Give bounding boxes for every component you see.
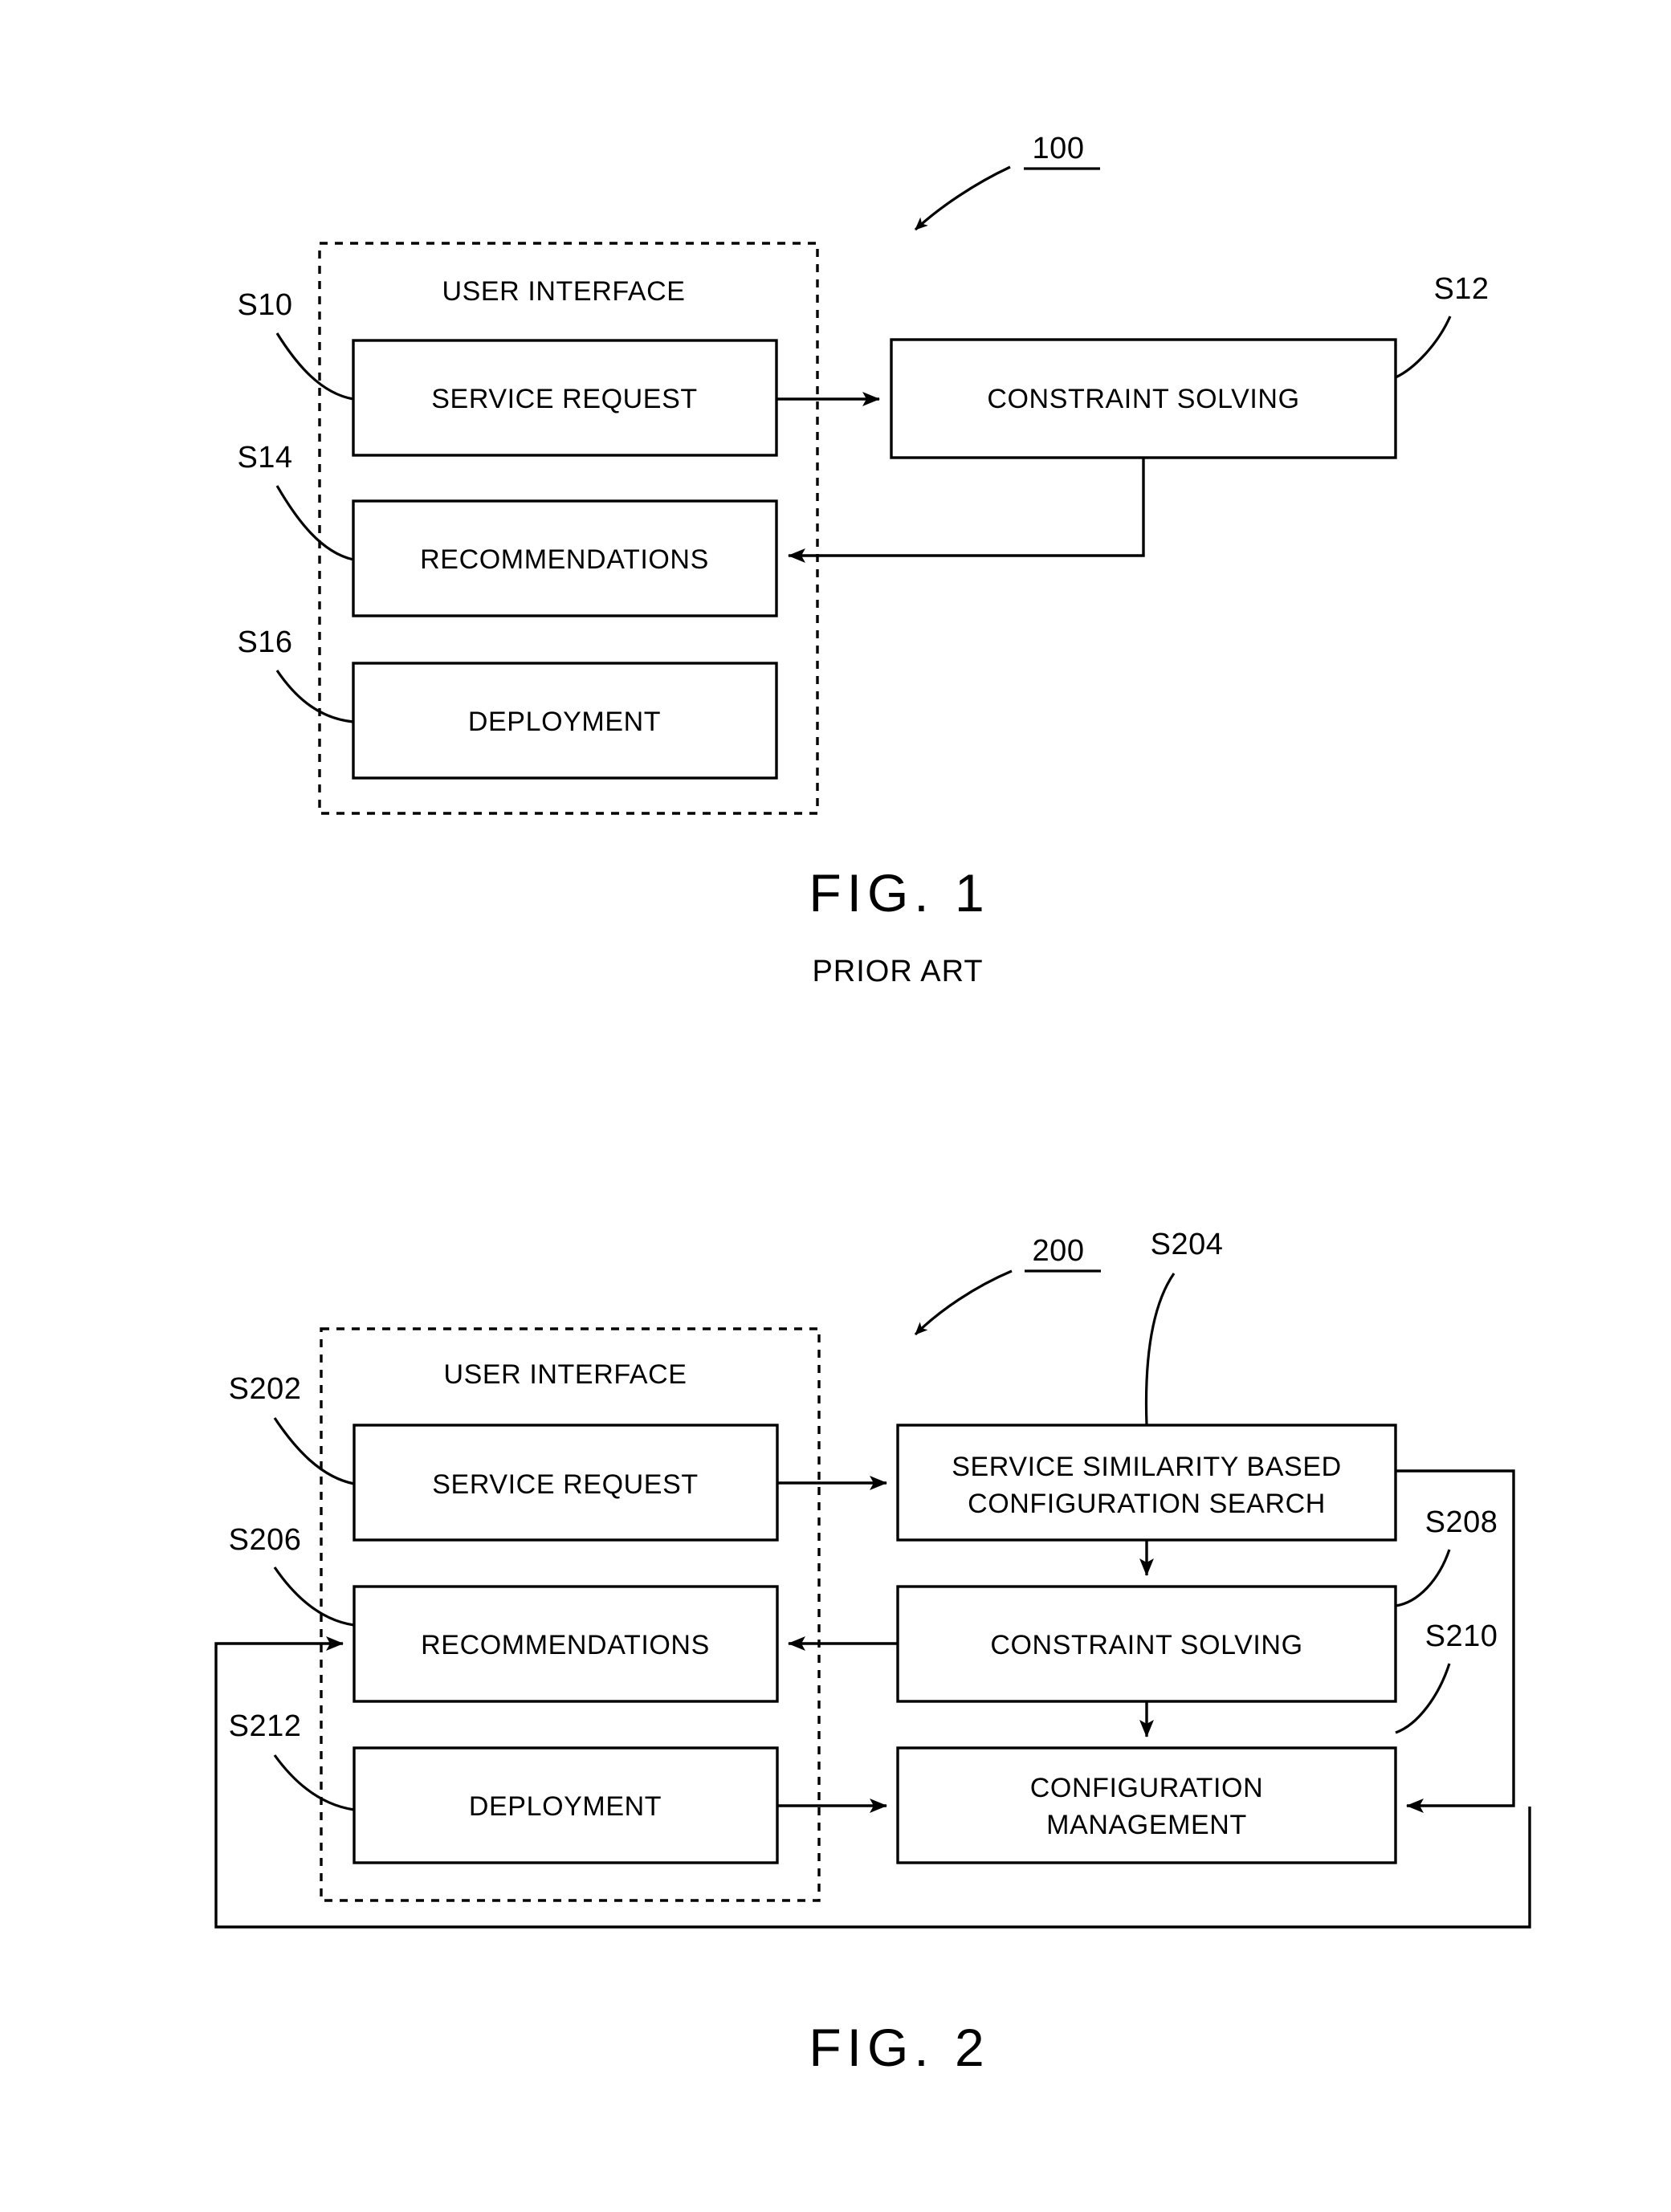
fig1-system-number: 100 (1033, 132, 1085, 165)
fig2-box-deployment-label: DEPLOYMENT (469, 1791, 662, 1822)
figure-1: 100 USER INTERFACE SERVICE REQUEST RECOM… (237, 132, 1489, 988)
fig2-box-constraint-solving-label: CONSTRAINT SOLVING (990, 1630, 1302, 1660)
fig1-subcaption: PRIOR ART (812, 955, 983, 988)
fig2-caption: FIG. 2 (809, 2018, 989, 2077)
fig1-box-deployment-label: DEPLOYMENT (468, 707, 661, 737)
fig1-system-number-callout: 100 (914, 132, 1100, 231)
fig2-connector-outer-feedback-loop (214, 1636, 1531, 1929)
fig1-box-service-request-label: SERVICE REQUEST (431, 384, 697, 414)
fig2-reference-s204: S204 (1144, 1228, 1224, 1426)
fig1-box-recommendations-label: RECOMMENDATIONS (420, 544, 709, 575)
patent-figure-sheet: 100 USER INTERFACE SERVICE REQUEST RECOM… (0, 0, 1671, 2212)
fig2-box-recommendations-label: RECOMMENDATIONS (421, 1630, 710, 1660)
fig1-reference-s12: S12 (1395, 272, 1489, 379)
fig2-box-service-request-label: SERVICE REQUEST (432, 1469, 698, 1500)
fig2-user-interface-label: USER INTERFACE (443, 1359, 687, 1390)
fig2-reference-s212: S212 (229, 1709, 355, 1811)
fig2-reference-s202-label: S202 (229, 1372, 302, 1406)
fig2-reference-s206: S206 (229, 1523, 355, 1627)
fig1-reference-s10-label: S10 (237, 288, 292, 322)
fig2-reference-s202: S202 (229, 1372, 355, 1485)
fig2-box-similarity-search-label-line1: SERVICE SIMILARITY BASED (952, 1452, 1342, 1482)
fig2-box-configuration-management (896, 1746, 1397, 1864)
fig2-reference-s204-label: S204 (1151, 1228, 1224, 1261)
fig2-box-configuration-management-label-line2: MANAGEMENT (1046, 1810, 1247, 1840)
fig2-box-configuration-management-label-line1: CONFIGURATION (1030, 1773, 1264, 1803)
fig1-reference-s14-label: S14 (237, 441, 292, 475)
fig2-reference-s206-label: S206 (229, 1523, 302, 1557)
fig2-reference-s212-label: S212 (229, 1709, 302, 1743)
fig1-connector-solver-to-recommendations (788, 458, 1145, 563)
fig1-caption: FIG. 1 (809, 863, 989, 923)
fig1-reference-s12-label: S12 (1433, 272, 1489, 306)
fig1-reference-s16-label: S16 (237, 625, 292, 659)
fig1-reference-s16: S16 (237, 625, 354, 723)
figure-2: 200 USER INTERFACE SERVICE REQUEST RECOM… (214, 1228, 1531, 2077)
fig1-reference-s10: S10 (237, 288, 354, 401)
fig1-reference-s14: S14 (237, 441, 354, 561)
fig1-box-constraint-solving-label: CONSTRAINT SOLVING (987, 384, 1299, 414)
fig2-reference-s210-label: S210 (1425, 1619, 1498, 1653)
fig2-reference-s208: S208 (1395, 1505, 1498, 1607)
fig2-system-number-callout: 200 (914, 1234, 1101, 1336)
fig2-box-similarity-search (896, 1424, 1397, 1542)
fig2-reference-s210: S210 (1395, 1619, 1498, 1734)
fig1-user-interface-label: USER INTERFACE (442, 276, 685, 307)
fig2-system-number: 200 (1033, 1234, 1085, 1268)
fig2-box-similarity-search-label-line2: CONFIGURATION SEARCH (968, 1489, 1326, 1519)
fig2-reference-s208-label: S208 (1425, 1505, 1498, 1539)
figures-canvas: 100 USER INTERFACE SERVICE REQUEST RECOM… (214, 132, 1531, 2077)
